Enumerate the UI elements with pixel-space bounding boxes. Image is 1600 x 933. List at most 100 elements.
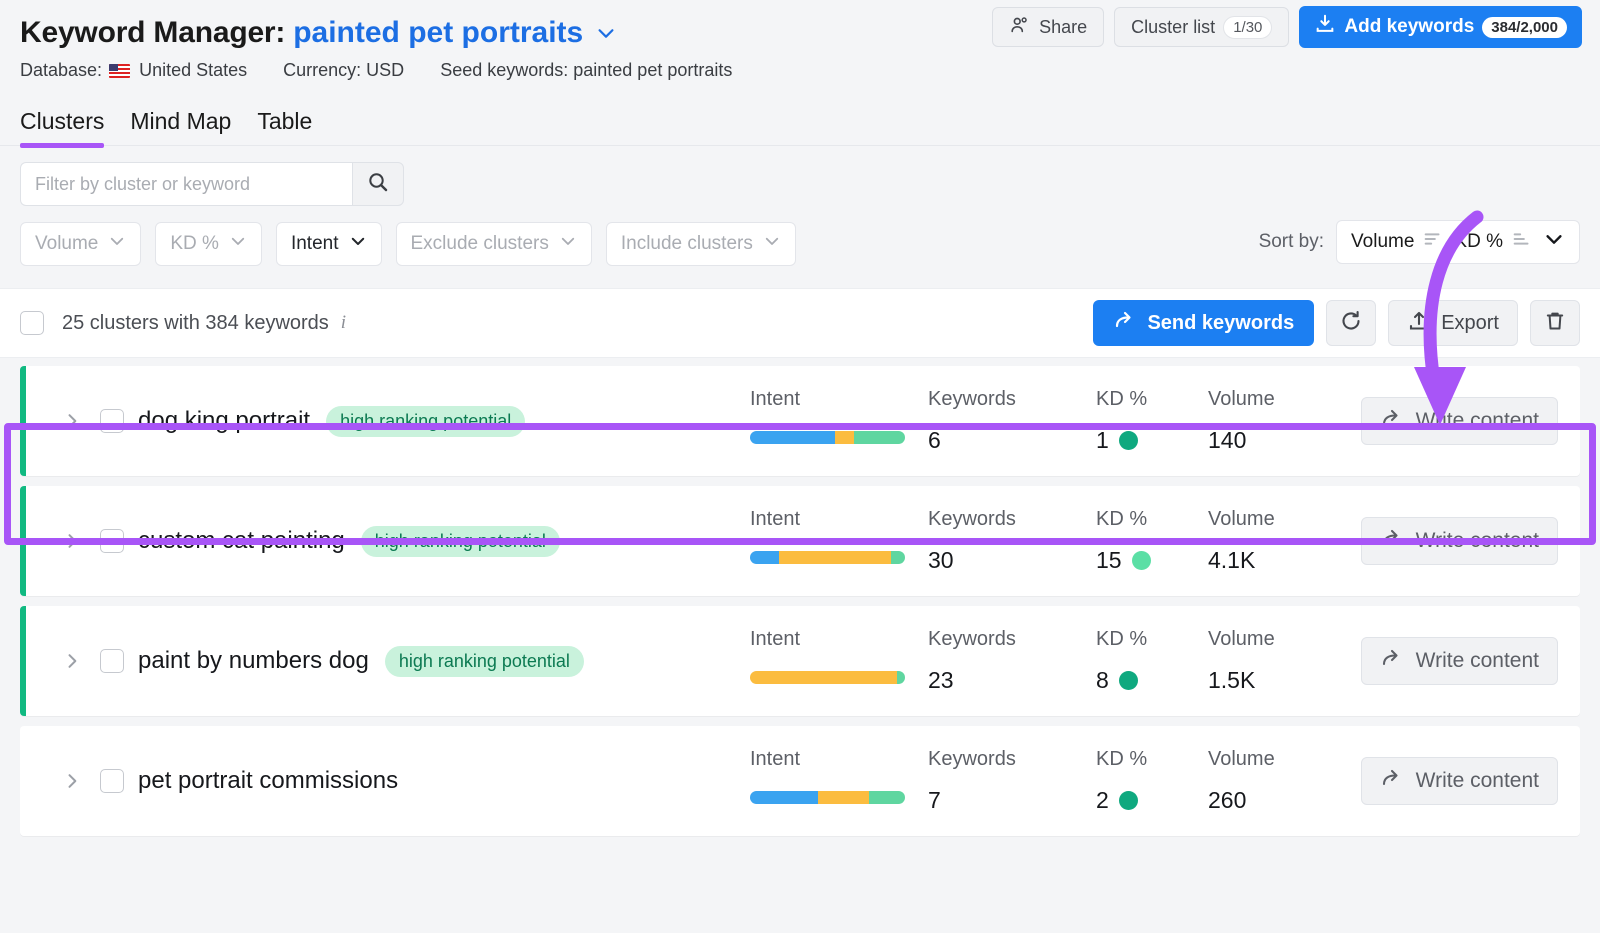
tab-clusters[interactable]: Clusters bbox=[20, 108, 105, 148]
currency-info: Currency: USD bbox=[283, 60, 405, 80]
expand-row-icon[interactable] bbox=[58, 651, 86, 671]
sort-primary-label: Volume bbox=[1351, 231, 1415, 252]
refresh-button[interactable] bbox=[1326, 300, 1377, 346]
expand-row-icon[interactable] bbox=[58, 771, 86, 791]
metric-kd-value-wrap: 2 bbox=[1096, 787, 1208, 814]
share-arrow-icon bbox=[1380, 766, 1404, 796]
search-button[interactable] bbox=[352, 162, 404, 206]
metric-kd: KD % 2 bbox=[1096, 748, 1208, 814]
metric-intent-label: Intent bbox=[750, 628, 801, 650]
write-content-button[interactable]: Write content bbox=[1360, 757, 1558, 805]
filter-kd[interactable]: KD % bbox=[155, 222, 262, 266]
metric-kd-value: 8 bbox=[1096, 667, 1109, 693]
project-name-link[interactable]: painted pet portraits bbox=[293, 16, 583, 50]
row-accent-bar bbox=[20, 366, 26, 476]
table-row[interactable]: custom cat painting high ranking potenti… bbox=[20, 486, 1580, 596]
upload-icon bbox=[1407, 308, 1431, 338]
filter-exclude-clusters[interactable]: Exclude clusters bbox=[395, 222, 592, 266]
cluster-list-button[interactable]: Cluster list 1/30 bbox=[1114, 7, 1290, 47]
filter-include-clusters[interactable]: Include clusters bbox=[605, 222, 796, 266]
filter-exclude-clusters-label: Exclude clusters bbox=[410, 233, 549, 254]
metric-kd-value: 2 bbox=[1096, 787, 1109, 813]
sort-by-control: Sort by: Volume KD % bbox=[1259, 220, 1580, 264]
metric-kd: KD % 8 bbox=[1096, 628, 1208, 694]
send-keywords-button[interactable]: Send keywords bbox=[1093, 300, 1315, 346]
intent-bar bbox=[750, 431, 905, 444]
metric-keywords-value: 23 bbox=[928, 667, 954, 693]
sort-secondary-label: KD % bbox=[1454, 231, 1503, 252]
send-keywords-label: Send keywords bbox=[1147, 311, 1295, 334]
share-arrow-icon bbox=[1380, 646, 1404, 676]
table-row[interactable]: pet portrait commissions Intent Keywords… bbox=[20, 726, 1580, 836]
sort-select[interactable]: Volume KD % bbox=[1336, 220, 1580, 264]
sort-primary[interactable]: Volume bbox=[1351, 228, 1444, 256]
write-content-label: Write content bbox=[1415, 529, 1539, 552]
write-content-button[interactable]: Write content bbox=[1360, 517, 1558, 565]
kd-status-dot bbox=[1118, 431, 1138, 450]
metric-kd-value: 1 bbox=[1096, 427, 1109, 453]
metric-volume: Volume 140 bbox=[1208, 388, 1358, 454]
row-left: paint by numbers dog high ranking potent… bbox=[20, 645, 750, 677]
page-header: Keyword Manager: painted pet portraits S… bbox=[0, 0, 1600, 81]
write-content-button[interactable]: Write content bbox=[1360, 637, 1558, 685]
refresh-icon bbox=[1339, 309, 1363, 338]
metric-volume-label: Volume bbox=[1208, 388, 1275, 410]
metric-kd-value: 15 bbox=[1096, 547, 1122, 573]
metric-volume-value: 260 bbox=[1208, 787, 1247, 813]
kd-status-dot bbox=[1118, 791, 1138, 810]
search-input[interactable] bbox=[20, 162, 352, 206]
table-row[interactable]: paint by numbers dog high ranking potent… bbox=[20, 606, 1580, 716]
cluster-name: custom cat painting bbox=[138, 527, 345, 554]
write-content-label: Write content bbox=[1415, 769, 1539, 792]
share-button-label: Share bbox=[1039, 16, 1088, 37]
export-button[interactable]: Export bbox=[1388, 300, 1518, 346]
filter-volume[interactable]: Volume bbox=[20, 222, 142, 266]
share-arrow-icon bbox=[1113, 308, 1137, 338]
row-checkbox[interactable] bbox=[100, 529, 124, 553]
tab-table[interactable]: Table bbox=[257, 108, 312, 145]
metric-kd-value-wrap: 8 bbox=[1096, 667, 1208, 694]
cluster-list: dog king portrait high ranking potential… bbox=[0, 358, 1600, 836]
table-row[interactable]: dog king portrait high ranking potential… bbox=[20, 366, 1580, 476]
tab-mind-map[interactable]: Mind Map bbox=[130, 108, 231, 145]
row-left: custom cat painting high ranking potenti… bbox=[20, 525, 750, 557]
expand-row-icon[interactable] bbox=[58, 411, 86, 431]
metric-keywords: Keywords 30 bbox=[928, 508, 1096, 574]
write-content-button[interactable]: Write content bbox=[1360, 397, 1558, 445]
tab-bar: Clusters Mind Map Table bbox=[0, 81, 1600, 148]
row-accent-bar bbox=[20, 606, 26, 716]
add-keywords-button[interactable]: Add keywords 384/2,000 bbox=[1299, 6, 1582, 48]
filter-volume-label: Volume bbox=[35, 233, 99, 254]
trash-icon bbox=[1543, 309, 1567, 338]
metric-intent: Intent bbox=[750, 628, 928, 684]
row-checkbox[interactable] bbox=[100, 769, 124, 793]
share-button[interactable]: Share bbox=[992, 7, 1105, 47]
sort-by-label: Sort by: bbox=[1258, 231, 1325, 252]
row-checkbox[interactable] bbox=[100, 409, 124, 433]
meta-row: Database: United States Currency: USD Se… bbox=[20, 60, 1580, 81]
metric-intent: Intent bbox=[750, 508, 928, 564]
info-icon[interactable]: i bbox=[341, 312, 346, 334]
metric-volume-value: 1.5K bbox=[1208, 667, 1256, 693]
select-all-checkbox[interactable] bbox=[20, 311, 44, 335]
cluster-name: paint by numbers dog bbox=[138, 647, 369, 674]
header-actions: Share Cluster list 1/30 Add keywords 384… bbox=[992, 6, 1582, 48]
delete-button[interactable] bbox=[1530, 300, 1580, 346]
metric-keywords: Keywords 6 bbox=[928, 388, 1096, 454]
metric-keywords-label: Keywords bbox=[928, 388, 1016, 410]
metric-kd: KD % 15 bbox=[1096, 508, 1208, 574]
chevron-down-icon[interactable] bbox=[1543, 228, 1565, 256]
metric-volume-value: 140 bbox=[1208, 427, 1247, 453]
metric-kd-label: KD % bbox=[1096, 388, 1148, 410]
chevron-down-icon bbox=[349, 232, 367, 256]
intent-bar bbox=[750, 551, 905, 564]
chevron-down-icon[interactable] bbox=[595, 22, 617, 44]
expand-row-icon[interactable] bbox=[58, 531, 86, 551]
sort-ascending-icon bbox=[1511, 228, 1533, 256]
database-info: Database: United States bbox=[20, 60, 247, 81]
row-checkbox[interactable] bbox=[100, 649, 124, 673]
filter-intent[interactable]: Intent bbox=[275, 222, 382, 266]
sort-secondary[interactable]: KD % bbox=[1454, 228, 1533, 256]
metric-keywords-value: 6 bbox=[928, 427, 941, 453]
database-value: United States bbox=[139, 60, 248, 80]
